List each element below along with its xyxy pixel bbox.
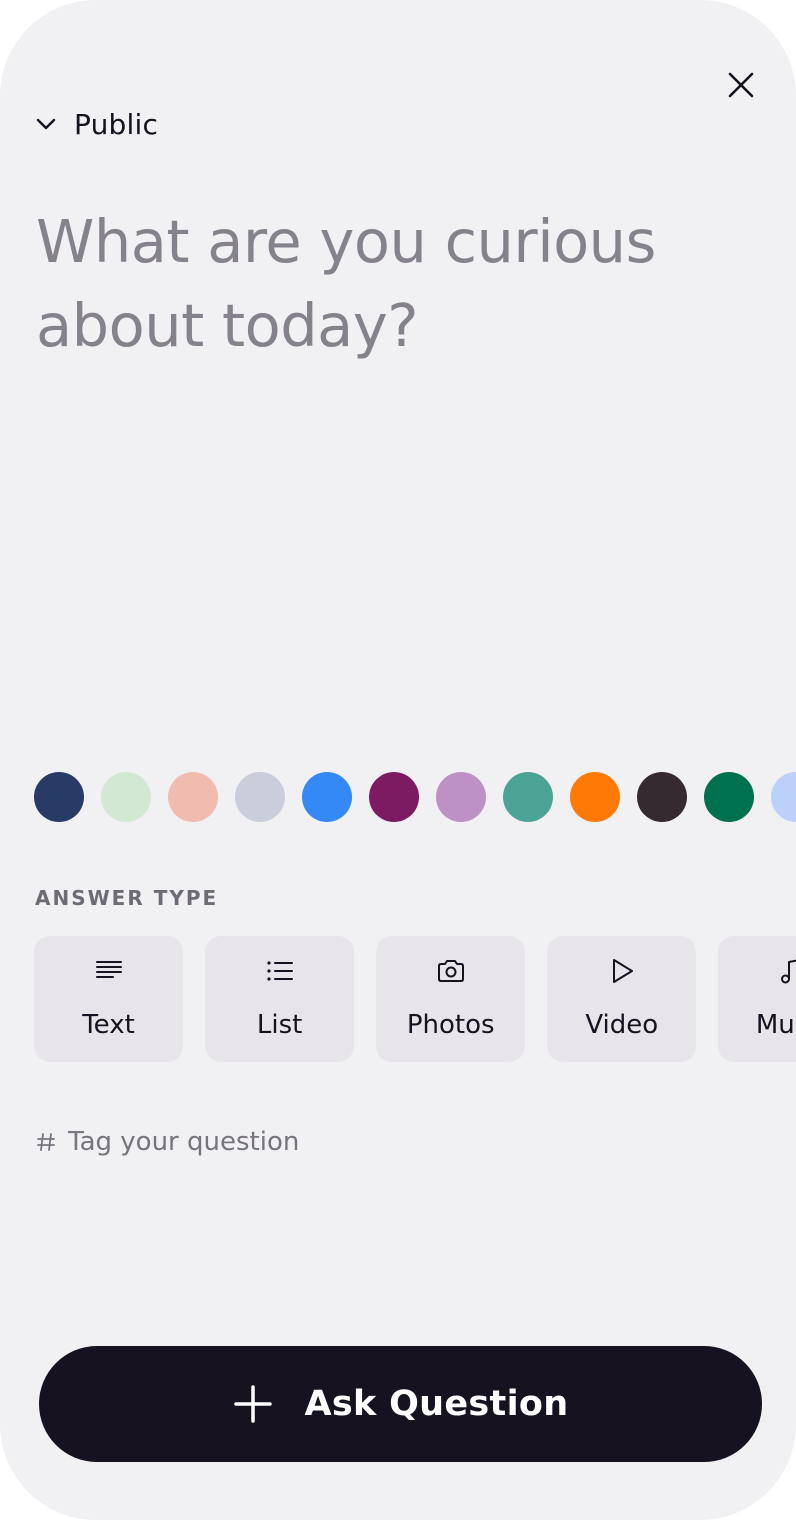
text-align-icon <box>94 956 124 986</box>
color-swatch[interactable] <box>101 772 151 822</box>
chevron-down-icon <box>34 112 58 136</box>
hash-icon <box>36 1132 56 1152</box>
color-swatch[interactable] <box>168 772 218 822</box>
color-swatch[interactable] <box>771 772 796 822</box>
tag-field <box>36 1120 668 1164</box>
camera-icon <box>436 956 466 986</box>
music-note-icon <box>778 956 796 986</box>
color-picker <box>34 772 796 824</box>
ask-question-sheet: Public ANSWER TYPE Text List <box>0 0 796 1520</box>
play-icon <box>607 956 637 986</box>
ask-question-label: Ask Question <box>304 1384 569 1424</box>
answer-type-label: Text <box>82 1010 135 1040</box>
answer-type-label: Photos <box>406 1010 495 1040</box>
list-icon <box>265 956 295 986</box>
color-swatch[interactable] <box>302 772 352 822</box>
answer-type-heading: ANSWER TYPE <box>35 886 219 910</box>
close-button[interactable] <box>716 60 766 110</box>
answer-type-text[interactable]: Text <box>34 936 183 1062</box>
answer-type-video[interactable]: Video <box>547 936 697 1062</box>
answer-type-label: List <box>256 1010 303 1040</box>
color-swatch[interactable] <box>503 772 553 822</box>
plus-icon <box>233 1384 273 1424</box>
visibility-selector[interactable]: Public <box>34 102 158 146</box>
color-swatch[interactable] <box>570 772 620 822</box>
answer-type-label: Video <box>585 1010 659 1040</box>
question-input[interactable] <box>36 200 736 720</box>
close-icon <box>728 72 754 98</box>
answer-type-list: Text List Photos Video Mu <box>34 936 796 1062</box>
color-swatch[interactable] <box>34 772 84 822</box>
color-swatch[interactable] <box>369 772 419 822</box>
visibility-label: Public <box>74 107 159 141</box>
color-swatch[interactable] <box>436 772 486 822</box>
answer-type-music[interactable]: Music <box>718 936 796 1062</box>
answer-type-list[interactable]: List <box>205 936 355 1062</box>
answer-type-label: Music <box>755 1010 796 1040</box>
tag-input[interactable] <box>68 1127 668 1157</box>
color-swatch[interactable] <box>637 772 687 822</box>
color-swatch[interactable] <box>704 772 754 822</box>
answer-type-photos[interactable]: Photos <box>376 936 526 1062</box>
color-swatch[interactable] <box>235 772 285 822</box>
ask-question-button[interactable]: Ask Question <box>39 1346 762 1462</box>
